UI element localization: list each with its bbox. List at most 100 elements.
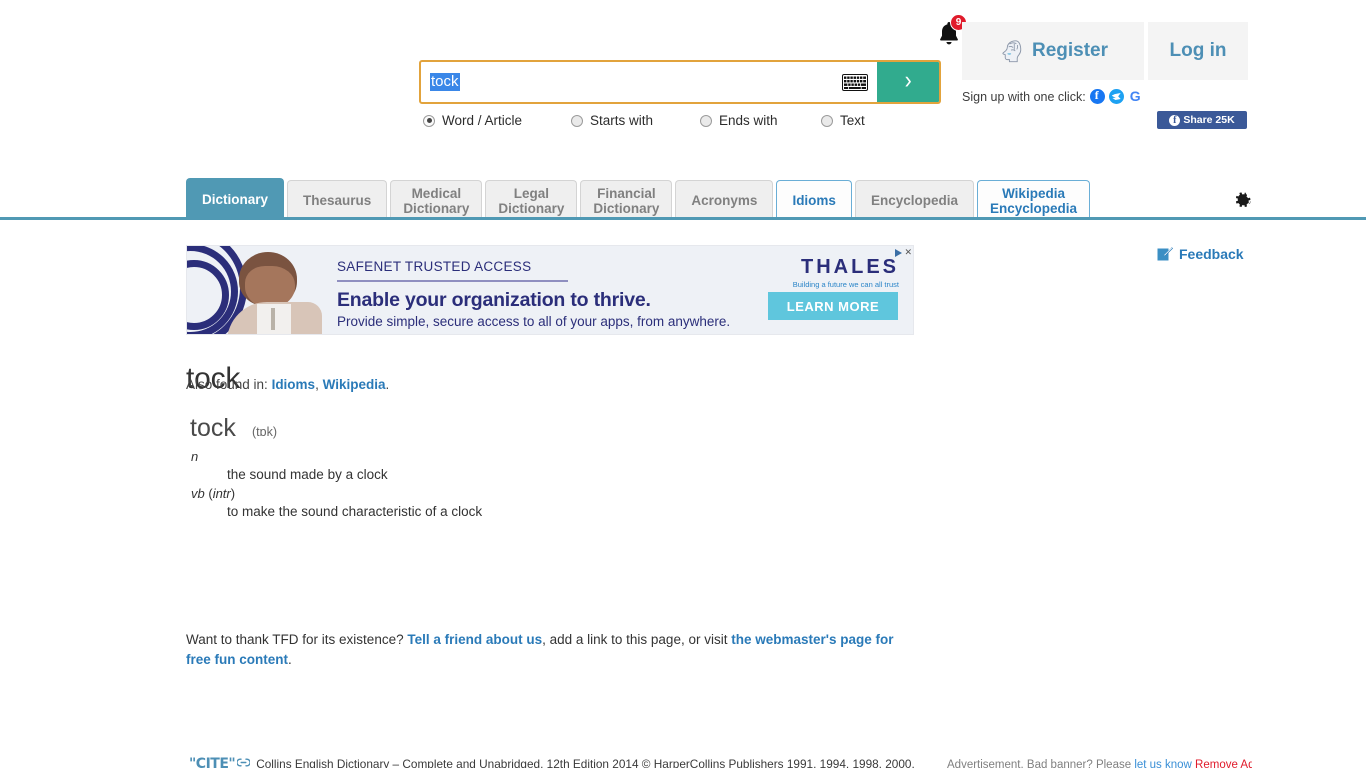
let-us-know-link[interactable]: let us know <box>1134 759 1192 768</box>
search-area: tock › <box>419 60 941 104</box>
banner-cta-button[interactable]: LEARN MORE <box>768 292 898 320</box>
feedback-label: Feedback <box>1179 246 1244 262</box>
notifications-button[interactable]: 9 <box>933 14 967 49</box>
also-found-label: Also found in: <box>186 377 272 392</box>
tab-label-line1: Financial <box>597 185 656 201</box>
close-icon[interactable]: ✕ <box>904 247 912 258</box>
banner-eyebrow: SAFENET TRUSTED ACCESS <box>337 259 532 274</box>
also-found-in: Also found in: Idioms, Wikipedia. <box>186 377 390 392</box>
twitter-icon[interactable] <box>1108 89 1124 104</box>
keyboard-icon[interactable] <box>842 73 868 91</box>
tab-label-line2: Dictionary <box>498 200 565 216</box>
facebook-share-button[interactable]: f Share 25K <box>1157 111 1247 129</box>
tab-encyclopedia[interactable]: Encyclopedia <box>854 180 974 220</box>
tab-label: Encyclopedia <box>870 193 958 208</box>
link-icon[interactable] <box>237 758 251 767</box>
feedback-pencil-icon <box>1157 247 1173 261</box>
radio-starts-with[interactable]: Starts with <box>571 113 653 128</box>
tab-idioms[interactable]: Idioms <box>776 180 852 220</box>
thanks-part2: , add a link to this page, or visit <box>542 632 732 647</box>
facebook-icon[interactable] <box>1089 88 1105 104</box>
radio-label: Text <box>840 113 865 128</box>
adchoices-icon[interactable]: ✕ <box>895 247 912 258</box>
feedback-button[interactable]: Feedback <box>1157 246 1244 262</box>
advertisement-banner[interactable]: SAFENET TRUSTED ACCESS Enable your organ… <box>186 245 914 335</box>
signup-one-click: Sign up with one click: G <box>962 88 1143 104</box>
dictionary-tabs: Dictionary Thesaurus Medical Dictionary … <box>186 176 1093 220</box>
part-of-speech-1: n <box>191 449 199 464</box>
tab-thesaurus[interactable]: Thesaurus <box>287 180 388 220</box>
banner-photo <box>187 246 322 334</box>
banner-brand-name: THALES <box>801 256 899 278</box>
tab-label-line2: Dictionary <box>593 200 660 216</box>
tab-acronyms[interactable]: Acronyms <box>675 180 774 220</box>
pos2-paren: intr <box>212 486 231 501</box>
also-found-link-wikipedia[interactable]: Wikipedia <box>323 377 386 392</box>
radio-label: Ends with <box>719 113 778 128</box>
login-button[interactable]: Log in <box>1148 22 1248 80</box>
remove-ads-link[interactable]: Remove Ads <box>1195 759 1252 768</box>
entry-headword: tock <box>190 414 236 442</box>
tab-dictionary[interactable]: Dictionary <box>186 178 285 220</box>
tab-medical-dictionary[interactable]: Medical Dictionary <box>390 180 483 220</box>
tab-label: Thesaurus <box>303 193 372 208</box>
definition-1: the sound made by a clock <box>227 467 388 482</box>
pos2-main: vb <box>191 486 205 501</box>
tab-label: Dictionary <box>202 192 269 207</box>
search-box[interactable]: tock › <box>419 60 941 104</box>
account-buttons: Register Log in <box>962 22 1248 80</box>
search-input[interactable]: tock <box>421 62 842 102</box>
main-content: SAFENET TRUSTED ACCESS Enable your organ… <box>0 222 1366 768</box>
register-button[interactable]: Register <box>962 22 1144 80</box>
tabs-underline <box>0 217 1366 220</box>
tab-label: Acronyms <box>691 193 758 208</box>
brain-head-icon <box>1002 40 1022 63</box>
signup-label: Sign up with one click: <box>962 89 1086 104</box>
radio-dot-icon <box>821 114 833 127</box>
radio-dot-icon <box>700 114 712 127</box>
ad-notice-text: Advertisement. Bad banner? Please <box>947 759 1135 768</box>
also-found-link-idioms[interactable]: Idioms <box>272 377 316 392</box>
gear-icon[interactable] <box>1233 191 1252 210</box>
tab-label-line2: Dictionary <box>403 200 470 216</box>
tab-label-line1: Legal <box>513 185 549 201</box>
radio-label: Word / Article <box>442 113 523 128</box>
definition-2: to make the sound characteristic of a cl… <box>227 504 483 519</box>
radio-text[interactable]: Text <box>821 113 865 128</box>
part-of-speech-2: vb (intr) <box>191 486 236 501</box>
radio-dot-selected-icon <box>423 114 435 127</box>
banner-brand-tagline: Building a future we can all trust <box>792 280 899 289</box>
banner-brand: THALES Building a future we can all trus… <box>793 256 899 289</box>
cite-text: Collins English Dictionary – Complete an… <box>256 757 915 768</box>
banner-subline: Provide simple, secure access to all of … <box>337 314 731 329</box>
site-header: tock › Word / Article Starts with Ends w… <box>0 0 1366 220</box>
facebook-icon: f <box>1169 114 1181 126</box>
tab-legal-dictionary[interactable]: Legal Dictionary <box>485 180 578 220</box>
tab-financial-dictionary[interactable]: Financial Dictionary <box>580 180 673 220</box>
entry-pronunciation: (tɒk) <box>252 425 277 439</box>
tab-label: Idioms <box>792 193 836 208</box>
also-found-suffix: . <box>385 377 390 392</box>
tell-a-friend-link[interactable]: Tell a friend about us <box>407 632 542 647</box>
radio-word-article[interactable]: Word / Article <box>423 113 522 128</box>
banner-headline: Enable your organization to thrive. <box>337 289 651 311</box>
ad-notice: Advertisement. Bad banner? Please let us… <box>947 759 1252 768</box>
search-scope-radios: Word / Article Starts with Ends with Tex… <box>419 113 959 135</box>
register-label: Register <box>1031 40 1109 61</box>
chevron-right-icon: › <box>904 66 912 94</box>
banner-cta-label: LEARN MORE <box>786 298 880 314</box>
banner-rule <box>337 280 568 282</box>
thanks-part3: . <box>288 652 292 667</box>
radio-label: Starts with <box>590 113 654 128</box>
facebook-share-label: Share 25K <box>1183 114 1235 126</box>
radio-ends-with[interactable]: Ends with <box>700 113 778 128</box>
tab-label-line1: Medical <box>411 185 462 201</box>
google-icon[interactable]: G <box>1127 89 1143 104</box>
login-label: Log in <box>1169 40 1227 61</box>
search-submit-button[interactable]: › <box>877 62 939 102</box>
radio-dot-icon <box>571 114 583 127</box>
thanks-part1: Want to thank TFD for its existence? <box>186 632 408 647</box>
tab-wikipedia-encyclopedia[interactable]: Wikipedia Encyclopedia <box>977 180 1091 220</box>
tab-label-line2: Encyclopedia <box>990 200 1078 216</box>
cite-label[interactable]: "CITE" <box>189 756 236 768</box>
